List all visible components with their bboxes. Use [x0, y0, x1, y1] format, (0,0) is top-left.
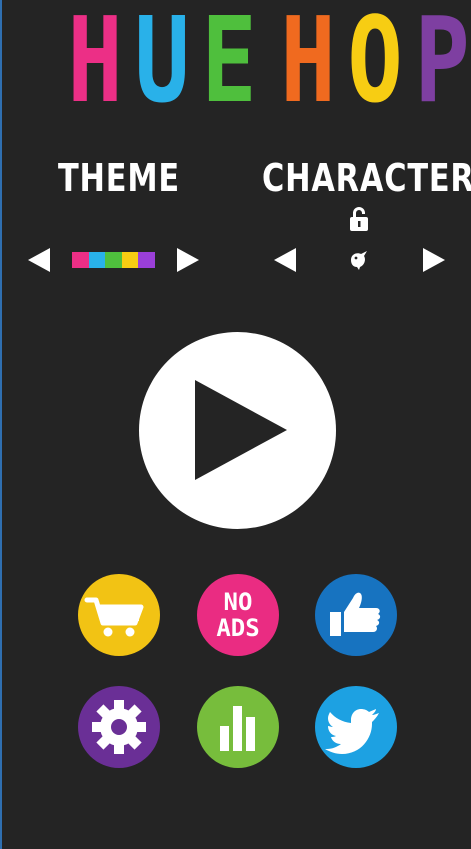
logo-letter: O [347, 0, 403, 129]
window-edge [0, 0, 2, 849]
no-ads-label: NO ADS [197, 589, 279, 641]
like-button[interactable] [315, 574, 397, 656]
leaderboard-button[interactable] [197, 686, 279, 768]
shop-button[interactable] [78, 574, 160, 656]
character-label: CHARACTER [262, 156, 471, 200]
lock-icon [350, 207, 368, 231]
theme-swatch [138, 252, 155, 268]
theme-swatch [105, 252, 122, 268]
logo-letter: H [67, 0, 122, 129]
no-ads-button[interactable]: NO ADS [197, 574, 279, 656]
theme-swatch [88, 252, 106, 268]
no-ads-line1: NO [223, 588, 253, 616]
logo-letter: E [201, 0, 256, 129]
logo-letter: U [134, 0, 189, 129]
cart-icon [84, 597, 144, 637]
theme-prev-arrow[interactable] [28, 248, 50, 272]
twitter-button[interactable] [315, 686, 397, 768]
logo-letter: H [280, 0, 336, 129]
gear-icon [92, 700, 146, 754]
logo-letter: P [414, 0, 470, 129]
theme-label: THEME [58, 156, 180, 200]
bar-chart-icon [220, 706, 255, 751]
character-prev-arrow[interactable] [274, 248, 296, 272]
thumbs-up-icon [330, 592, 381, 636]
character-next-arrow[interactable] [423, 248, 445, 272]
theme-swatch [72, 252, 89, 268]
play-icon [195, 380, 287, 480]
no-ads-line2: ADS [216, 614, 260, 642]
logo-letter [262, 6, 271, 114]
play-button[interactable] [139, 332, 336, 529]
twitter-bird-icon [325, 709, 379, 754]
settings-button[interactable] [78, 686, 160, 768]
theme-next-arrow[interactable] [177, 248, 199, 272]
theme-swatch [121, 252, 139, 268]
game-logo: HUE HOP [60, 0, 470, 129]
theme-swatch-strip [72, 252, 155, 268]
bird-icon [351, 251, 367, 270]
